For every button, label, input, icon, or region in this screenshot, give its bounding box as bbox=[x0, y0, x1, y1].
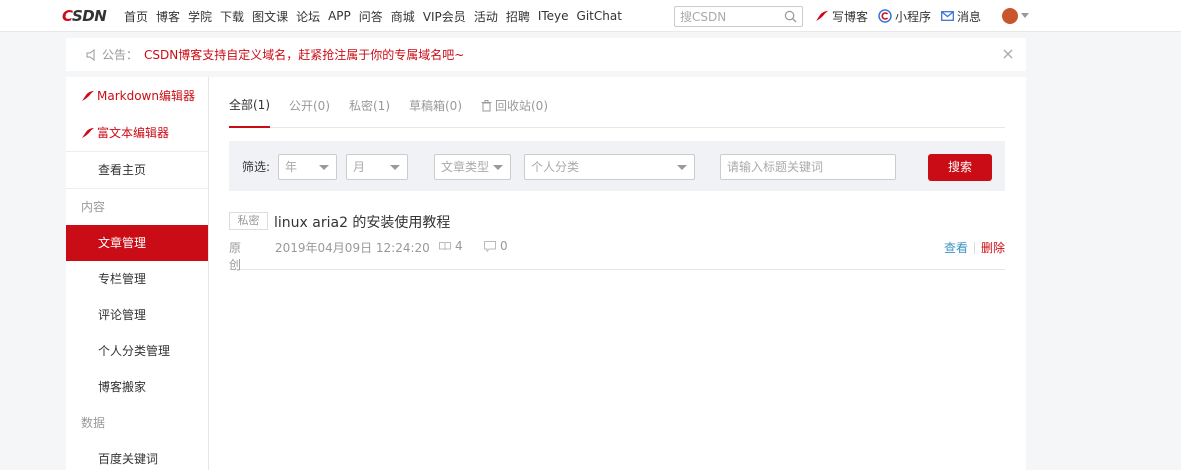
mail-icon bbox=[941, 11, 954, 21]
site-search-input[interactable] bbox=[675, 7, 775, 26]
tab-public[interactable]: 公开(0) bbox=[289, 87, 330, 128]
month-select[interactable]: 月 bbox=[346, 154, 408, 180]
article-actions: 查看 删除 bbox=[944, 239, 1005, 256]
category-select[interactable]: 个人分类 bbox=[524, 154, 695, 180]
view-link[interactable]: 查看 bbox=[944, 239, 968, 256]
search-button[interactable]: 搜索 bbox=[928, 154, 992, 181]
nav-item-download[interactable]: 下载 bbox=[220, 8, 244, 25]
article-tabs: 全部(1) 公开(0) 私密(1) 草稿箱(0) 回收站(0) bbox=[229, 87, 1005, 128]
chevron-down-icon bbox=[677, 165, 687, 170]
sidebar-group-data: 数据 bbox=[81, 416, 106, 430]
sidebar-item-articles[interactable]: 文章管理 bbox=[66, 225, 208, 261]
sidebar-item-columns[interactable]: 专栏管理 bbox=[66, 261, 208, 297]
main-nav: 首页 博客 学院 下载 图文课 论坛 APP 问答 商城 VIP会员 活动 招聘… bbox=[124, 0, 630, 32]
markdown-editor-link[interactable]: Markdown编辑器 bbox=[66, 77, 208, 114]
article-type: 原创 bbox=[229, 241, 242, 272]
article-date: 2019年04月09日 12:24:20 bbox=[275, 241, 430, 255]
year-select[interactable]: 年 bbox=[278, 154, 337, 180]
trash-icon bbox=[481, 99, 492, 111]
chevron-down-icon[interactable] bbox=[1021, 13, 1029, 18]
nav-item-iteye[interactable]: ITeye bbox=[538, 9, 569, 23]
tab-drafts[interactable]: 草稿箱(0) bbox=[409, 87, 462, 128]
chevron-down-icon bbox=[319, 165, 329, 170]
sidebar-item-comments[interactable]: 评论管理 bbox=[66, 297, 208, 333]
sidebar-item-view-home[interactable]: 查看主页 bbox=[66, 152, 208, 188]
avatar[interactable] bbox=[1002, 8, 1018, 24]
header-actions: 写博客 小程序 消息 bbox=[815, 0, 991, 32]
search-icon[interactable] bbox=[784, 10, 797, 23]
messages-link[interactable]: 消息 bbox=[941, 8, 981, 25]
article-title[interactable]: linux aria2 的安装使用教程 bbox=[274, 212, 450, 232]
divider bbox=[973, 241, 975, 254]
nav-item-forum[interactable]: 论坛 bbox=[296, 8, 320, 25]
write-blog-label: 写博客 bbox=[832, 9, 869, 24]
sidebar-item-categories[interactable]: 个人分类管理 bbox=[66, 333, 208, 369]
main-panel: 全部(1) 公开(0) 私密(1) 草稿箱(0) 回收站(0) 筛选: 年 月 … bbox=[209, 77, 1026, 470]
nav-item-gitchat[interactable]: GitChat bbox=[577, 9, 622, 23]
keyword-field bbox=[720, 154, 896, 180]
chevron-down-icon bbox=[493, 165, 503, 170]
sidebar-group-content: 内容 bbox=[81, 200, 106, 214]
chevron-down-icon bbox=[390, 165, 400, 170]
view-count: 4 bbox=[439, 239, 463, 253]
nav-item-jobs[interactable]: 招聘 bbox=[506, 8, 530, 25]
nav-item-academy[interactable]: 学院 bbox=[188, 8, 212, 25]
announcement-bar: 公告： CSDN博客支持自定义域名，赶紧抢注属于你的专属域名吧~ bbox=[66, 38, 1026, 71]
nav-item-blog[interactable]: 博客 bbox=[156, 8, 180, 25]
site-search bbox=[674, 6, 803, 27]
nav-item-events[interactable]: 活动 bbox=[474, 8, 498, 25]
delete-link[interactable]: 删除 bbox=[981, 239, 1005, 256]
list-item: 私密 linux aria2 的安装使用教程 原创 2019年04月09日 12… bbox=[229, 207, 1005, 272]
filter-bar: 筛选: 年 月 文章类型 个人分类 搜索 bbox=[229, 141, 1005, 191]
sidebar: Markdown编辑器 富文本编辑器 查看主页 内容 文章管理 专栏管理 评论管… bbox=[66, 77, 209, 470]
csdn-logo[interactable]: CSDN bbox=[62, 8, 107, 24]
tab-trash-label: 回收站(0) bbox=[495, 98, 548, 113]
tab-private[interactable]: 私密(1) bbox=[349, 87, 390, 128]
speaker-icon bbox=[86, 48, 95, 61]
tab-all[interactable]: 全部(1) bbox=[229, 87, 270, 128]
nav-item-mall[interactable]: 商城 bbox=[391, 8, 415, 25]
mini-program-icon bbox=[878, 9, 892, 23]
mini-program-link[interactable]: 小程序 bbox=[878, 8, 931, 25]
mini-program-label: 小程序 bbox=[895, 9, 932, 24]
nav-item-vip[interactable]: VIP会员 bbox=[423, 8, 466, 25]
nav-item-course[interactable]: 图文课 bbox=[252, 8, 288, 25]
markdown-editor-label: Markdown编辑器 bbox=[97, 89, 195, 103]
private-badge: 私密 bbox=[229, 212, 268, 230]
nav-item-home[interactable]: 首页 bbox=[124, 8, 148, 25]
filter-label: 筛选: bbox=[242, 160, 271, 174]
write-blog-link[interactable]: 写博客 bbox=[815, 8, 868, 25]
article-type-select[interactable]: 文章类型 bbox=[434, 154, 511, 180]
top-navbar: CSDN 首页 博客 学院 下载 图文课 论坛 APP 问答 商城 VIP会员 … bbox=[0, 0, 1181, 32]
nav-item-app[interactable]: APP bbox=[328, 9, 351, 23]
pen-icon bbox=[816, 11, 828, 21]
richtext-editor-link[interactable]: 富文本编辑器 bbox=[66, 114, 208, 151]
comment-count: 0 bbox=[484, 239, 508, 253]
richtext-editor-label: 富文本编辑器 bbox=[97, 126, 170, 140]
pen-icon bbox=[82, 90, 94, 101]
nav-item-qa[interactable]: 问答 bbox=[359, 8, 383, 25]
sidebar-item-baidu-keywords[interactable]: 百度关键词 bbox=[66, 441, 208, 470]
comment-icon bbox=[484, 240, 496, 252]
announcement-label: 公告： bbox=[102, 48, 139, 62]
tab-trash[interactable]: 回收站(0) bbox=[481, 87, 548, 128]
messages-label: 消息 bbox=[957, 9, 982, 24]
keyword-input[interactable] bbox=[721, 155, 891, 179]
book-icon bbox=[439, 242, 451, 251]
pen-icon bbox=[82, 127, 94, 138]
sidebar-item-blog-move[interactable]: 博客搬家 bbox=[66, 369, 208, 405]
close-icon[interactable] bbox=[1000, 46, 1016, 62]
announcement-text[interactable]: CSDN博客支持自定义域名，赶紧抢注属于你的专属域名吧~ bbox=[144, 46, 464, 63]
